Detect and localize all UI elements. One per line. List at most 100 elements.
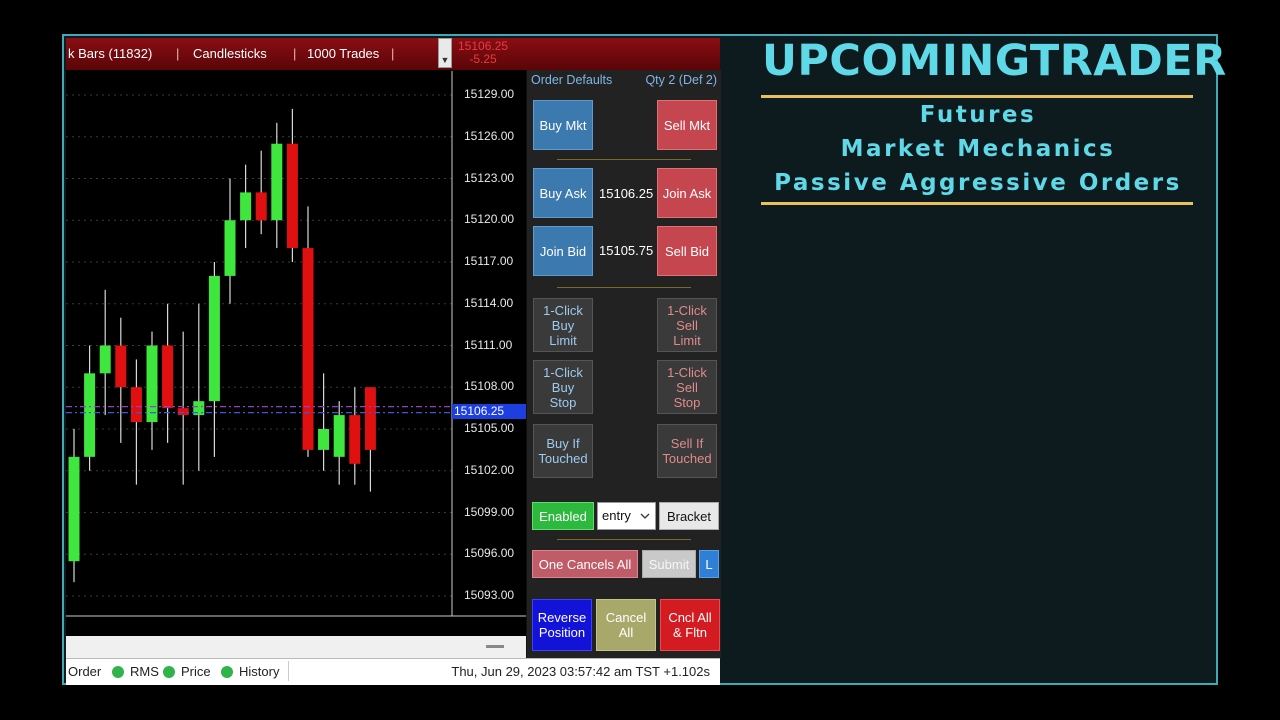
btn-line: 1-Click bbox=[667, 364, 707, 380]
sell-if-touched-button[interactable]: Sell If Touched bbox=[657, 424, 717, 478]
bracket-button[interactable]: Bracket bbox=[659, 502, 719, 530]
one-cancels-all-button[interactable]: One Cancels All bbox=[532, 550, 638, 578]
one-click-sell-limit-button[interactable]: 1-Click Sell Limit bbox=[657, 298, 717, 352]
candlestick-chart bbox=[66, 71, 526, 617]
candle-body bbox=[302, 248, 314, 450]
price-tick-label: 15108.00 bbox=[464, 379, 515, 394]
subtitle-futures: Futures bbox=[919, 102, 1037, 128]
price-tick-label: 15099.00 bbox=[464, 504, 515, 519]
scrollbar-grip-icon[interactable] bbox=[486, 645, 504, 648]
btn-line: Sell If bbox=[670, 436, 704, 451]
order-panel: Order Defaults Qty 2 (Def 2) Buy Mkt Sel… bbox=[526, 70, 721, 658]
buy-ask-button[interactable]: Buy Ask bbox=[533, 168, 593, 218]
btn-line: Reverse bbox=[537, 610, 587, 625]
btn-line: Sell bbox=[676, 379, 698, 395]
chevron-down-icon bbox=[640, 513, 650, 519]
btn-line: Buy If bbox=[546, 436, 580, 451]
price-tick-label: 15123.00 bbox=[464, 170, 515, 185]
sell-market-button[interactable]: Sell Mkt bbox=[657, 100, 717, 150]
one-click-buy-stop-button[interactable]: 1-Click Buy Stop bbox=[533, 360, 593, 414]
candle-body bbox=[68, 456, 80, 562]
submit-button[interactable]: Submit bbox=[642, 550, 696, 578]
order-defaults-label[interactable]: Order Defaults bbox=[531, 73, 612, 87]
price-tick-label: 15096.00 bbox=[464, 546, 515, 561]
price-tick-label: 15120.00 bbox=[464, 212, 515, 227]
price-tick-label: 15117.00 bbox=[464, 254, 514, 268]
candle-body bbox=[349, 415, 361, 464]
buy-market-button[interactable]: Buy Mkt bbox=[533, 100, 593, 150]
cancel-all-button[interactable]: Cancel All bbox=[596, 599, 656, 651]
toolbar-price-overlay: 15106.25 -5.25 bbox=[458, 40, 508, 66]
price-chart[interactable]: 15129.00 15126.00 15123.00 15120.00 15117.00… bbox=[66, 71, 526, 643]
join-bid-button[interactable]: Join Bid bbox=[533, 226, 593, 276]
btn-line: Buy bbox=[551, 317, 575, 333]
one-click-buy-limit-button[interactable]: 1-Click Buy Limit bbox=[533, 298, 593, 352]
btn-line: Position bbox=[538, 625, 586, 640]
chart-horizontal-scrollbar[interactable] bbox=[66, 636, 526, 658]
order-type-select[interactable]: entry bbox=[597, 502, 656, 530]
btn-line: All bbox=[618, 625, 634, 640]
candle-body bbox=[286, 143, 298, 249]
trading-app-window: k Bars (11832) | Candlesticks | 1000 Tra… bbox=[66, 38, 721, 685]
price-status-dot-icon bbox=[163, 666, 175, 678]
btn-line: Buy bbox=[551, 379, 575, 395]
btn-line: 1-Click bbox=[543, 364, 583, 380]
toolbar-dropdown-arrow-icon[interactable]: ▼ bbox=[438, 38, 452, 68]
btn-line: 1-Click bbox=[667, 302, 707, 318]
gold-divider bbox=[761, 202, 1193, 205]
reverse-position-button[interactable]: Reverse Position bbox=[532, 599, 592, 651]
btn-line: & Fltn bbox=[673, 625, 707, 640]
candle-body bbox=[146, 345, 158, 423]
candle-body bbox=[162, 345, 174, 409]
quantity-label[interactable]: Qty 2 (Def 2) bbox=[645, 73, 717, 87]
status-order[interactable]: Order bbox=[68, 664, 101, 679]
subtitle-passive-aggressive-orders: Passive Aggressive Orders bbox=[774, 170, 1182, 196]
subtitle-market-mechanics: Market Mechanics bbox=[840, 136, 1116, 162]
price-tick-label: 15114.00 bbox=[464, 295, 514, 310]
btn-line: Sell bbox=[676, 317, 698, 333]
buy-if-touched-button[interactable]: Buy If Touched bbox=[533, 424, 593, 478]
price-tick-label: 15129.00 bbox=[464, 87, 515, 101]
candle-body bbox=[318, 429, 330, 450]
bid-price: 15105.75 bbox=[599, 243, 654, 258]
join-ask-button[interactable]: Join Ask bbox=[657, 168, 717, 218]
price-tick-label: 15126.00 bbox=[464, 128, 515, 143]
candle-body bbox=[177, 408, 189, 416]
status-rms[interactable]: RMS bbox=[130, 664, 159, 679]
candle-body bbox=[240, 192, 252, 221]
candle-body bbox=[115, 345, 127, 388]
sell-bid-button[interactable]: Sell Bid bbox=[657, 226, 717, 276]
status-history[interactable]: History bbox=[239, 664, 279, 679]
status-separator bbox=[288, 661, 289, 681]
chart-toolbar: k Bars (11832) | Candlesticks | 1000 Tra… bbox=[66, 38, 720, 70]
divider bbox=[557, 539, 691, 540]
divider bbox=[557, 287, 691, 288]
overlay-change: -5.25 bbox=[469, 52, 497, 66]
one-click-sell-stop-button[interactable]: 1-Click Sell Stop bbox=[657, 360, 717, 414]
btn-line: Limit bbox=[673, 332, 701, 348]
cancel-all-and-flatten-button[interactable]: Cncl All & Fltn bbox=[660, 599, 720, 651]
trades-setting[interactable]: 1000 Trades bbox=[307, 46, 379, 61]
candle-body bbox=[255, 192, 267, 221]
bars-setting[interactable]: k Bars (11832) bbox=[68, 46, 152, 61]
btn-line: Touched bbox=[662, 451, 712, 466]
history-status-dot-icon bbox=[221, 666, 233, 678]
candle-body bbox=[364, 387, 376, 450]
status-timestamp: Thu, Jun 29, 2023 03:57:42 am TST +1.102… bbox=[451, 664, 710, 679]
btn-line: Limit bbox=[549, 332, 577, 348]
chart-style-setting[interactable]: Candlesticks bbox=[193, 46, 267, 61]
order-type-value: entry bbox=[602, 508, 631, 523]
brand-title: UPCOMINGTRADER bbox=[762, 36, 1227, 86]
candle-body bbox=[271, 143, 283, 221]
price-tick-label: 15102.00 bbox=[464, 462, 515, 477]
btn-line: Touched bbox=[538, 451, 588, 466]
price-tick-label: 15093.00 bbox=[464, 588, 515, 602]
status-price[interactable]: Price bbox=[181, 664, 211, 679]
candle-body bbox=[224, 220, 236, 276]
enabled-toggle[interactable]: Enabled bbox=[532, 502, 594, 530]
toolbar-separator: | bbox=[391, 46, 395, 61]
l-button[interactable]: L bbox=[699, 550, 719, 578]
status-bar: Order RMS Price History Thu, Jun 29, 202… bbox=[66, 658, 720, 685]
btn-line: Stop bbox=[673, 394, 701, 410]
toolbar-separator: | bbox=[176, 46, 180, 61]
